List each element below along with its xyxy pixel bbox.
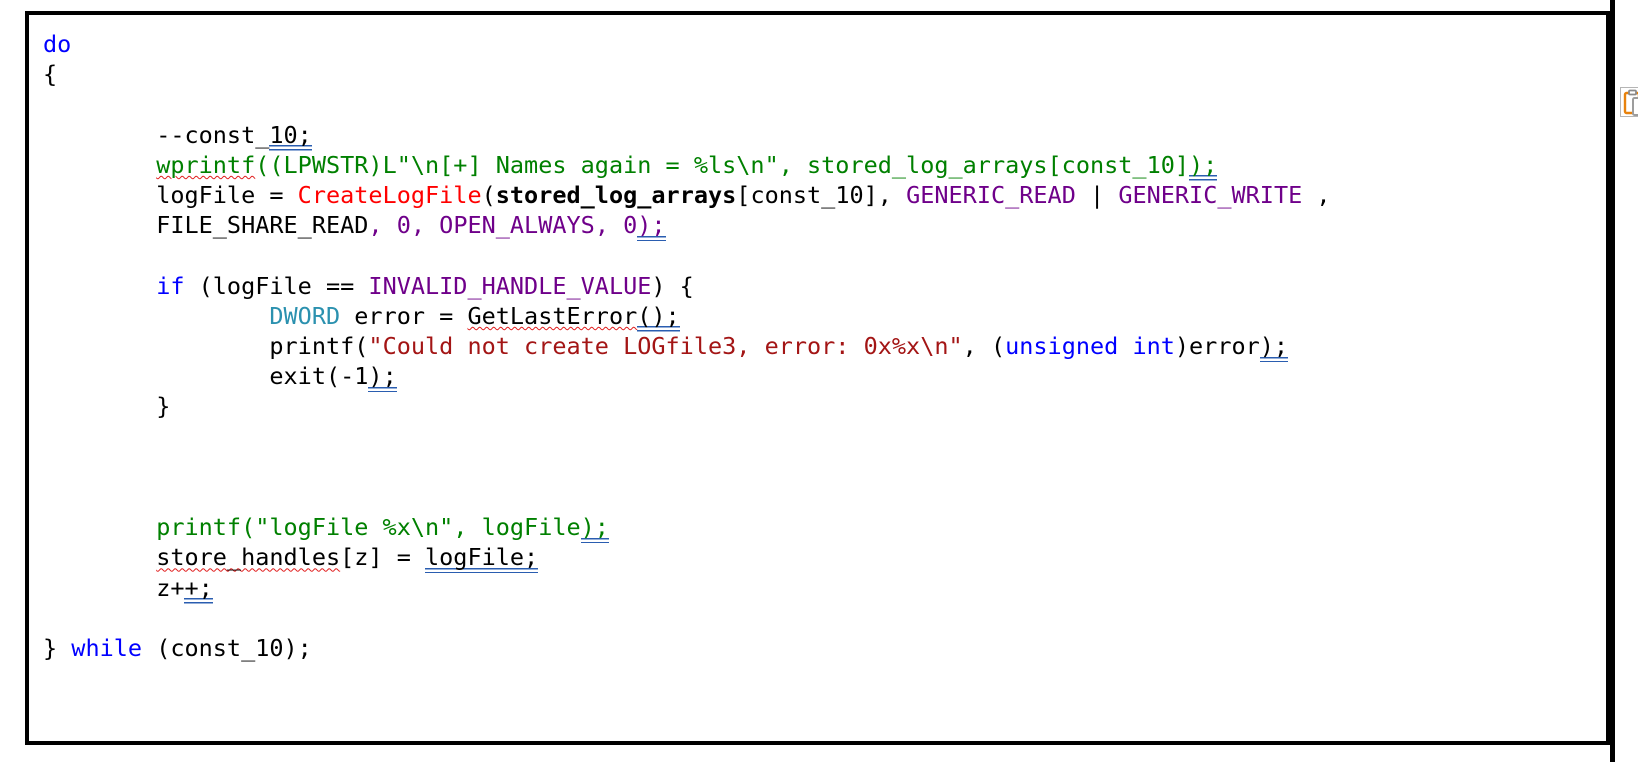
code-token: , ( (962, 332, 1006, 361)
code-token: printf( (269, 332, 369, 361)
code-line: exit(-1); (43, 361, 1606, 391)
code-token: unsigned int (1005, 332, 1175, 361)
code-token: (const_10); (142, 634, 312, 663)
code-line: { (43, 59, 1606, 89)
code-token: error = (340, 301, 468, 330)
code-token: +; (184, 573, 213, 602)
code-block[interactable]: do{ --const_10; wprintf((LPWSTR)L"\n[+] … (43, 29, 1606, 663)
code-token: z+ (156, 573, 185, 602)
code-line: wprintf((LPWSTR)L"\n[+] Names again = %l… (43, 150, 1606, 180)
right-panel-divider (1610, 0, 1615, 762)
code-token: )error (1174, 332, 1260, 361)
code-token: } (43, 634, 72, 663)
code-token: } (156, 392, 171, 421)
code-token: INVALID_HANDLE_VALUE (368, 271, 652, 300)
code-token: stored_log_arrays (495, 181, 737, 210)
code-line: } while (const_10); (43, 633, 1606, 663)
code-line: do (43, 29, 1606, 59)
code-line: FILE_SHARE_READ, 0, OPEN_ALWAYS, 0); (43, 210, 1606, 240)
code-token: wprintf (156, 150, 256, 179)
code-snippet-frame: do{ --const_10; wprintf((LPWSTR)L"\n[+] … (25, 11, 1610, 745)
code-token: FILE_SHARE_READ (156, 211, 369, 240)
code-token: , (1302, 181, 1331, 210)
code-token: do (43, 30, 72, 58)
code-line: z++; (43, 573, 1606, 603)
code-token: ); (637, 211, 666, 240)
code-line: --const_10; (43, 120, 1606, 150)
code-line: store_handles[z] = logFile; (43, 542, 1606, 572)
code-token: ); (580, 513, 609, 542)
code-token: GENERIC_READ (906, 181, 1076, 210)
code-token: ); (368, 362, 397, 391)
code-token: while (71, 634, 143, 663)
code-token: store_handles (156, 543, 341, 572)
code-token: CreateLogFile (297, 181, 482, 210)
code-token: | (1075, 181, 1119, 210)
code-line: DWORD error = GetLastError(); (43, 301, 1606, 331)
code-token: ); (1259, 332, 1289, 361)
code-token: printf("logFile %x\n", logFile (156, 513, 581, 542)
code-token: ( (481, 181, 496, 210)
paste-button[interactable] (1620, 87, 1638, 117)
code-token: --const_ (156, 120, 270, 149)
code-line: logFile = CreateLogFile(stored_log_array… (43, 180, 1606, 210)
code-line: printf("logFile %x\n", logFile); (43, 512, 1606, 542)
code-token: ((LPWSTR)L"\n[+] Names again = %ls\n", s… (255, 150, 1190, 179)
code-token: 0 (396, 211, 411, 240)
code-token: exit(-1 (269, 362, 369, 391)
code-token: ) { (651, 271, 694, 300)
code-token: (logFile == (184, 271, 369, 300)
code-token: "Could not create LOGfile3, error: 0x%x\… (368, 332, 963, 361)
code-line: } (43, 391, 1606, 421)
code-line: printf("Could not create LOGfile3, error… (43, 331, 1606, 361)
code-token: [const_10], (736, 181, 907, 210)
code-token: DWORD (269, 301, 341, 330)
paste-clipboard-icon (1621, 88, 1638, 116)
code-token: logFile; (425, 543, 539, 572)
code-token: 10; (269, 120, 312, 149)
screenshot-root: do{ --const_10; wprintf((LPWSTR)L"\n[+] … (0, 0, 1638, 762)
code-token: GetLastError (467, 301, 638, 330)
code-token: OPEN_ALWAYS (439, 211, 595, 240)
code-token: GENERIC_WRITE (1118, 181, 1303, 210)
code-token: { (43, 60, 58, 89)
code-token: logFile = (156, 181, 298, 210)
code-token: if (156, 271, 185, 300)
code-line: if (logFile == INVALID_HANDLE_VALUE) { (43, 271, 1606, 301)
code-token: (); (637, 301, 680, 330)
code-token: , (594, 211, 624, 240)
code-token: , (368, 211, 397, 240)
code-token: [z] = (340, 543, 426, 572)
code-token: 0 (623, 211, 638, 240)
code-token: ); (1189, 150, 1218, 179)
code-token: , (410, 211, 440, 240)
